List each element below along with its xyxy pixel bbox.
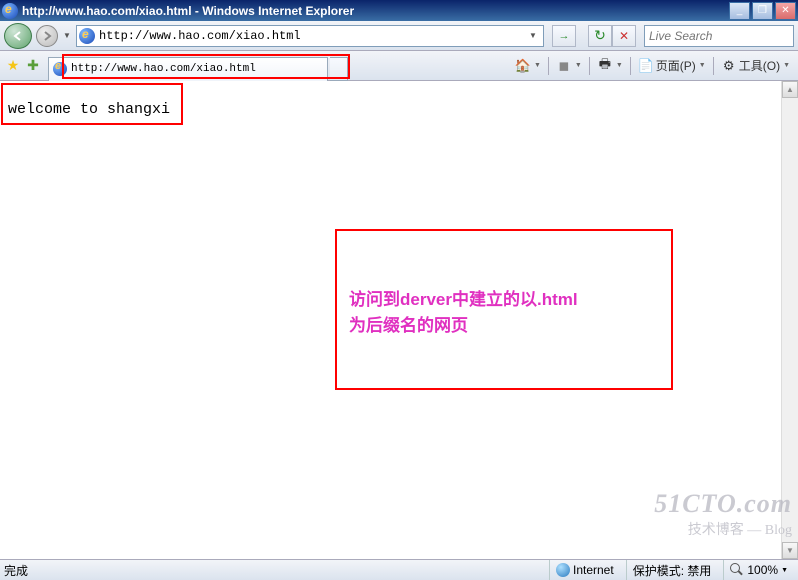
status-protected-label: 保护模式: 禁用 [633, 562, 712, 579]
annotation-box-main: 访问到derver中建立的以.html 为后缀名的网页 [335, 229, 673, 390]
status-protected-mode: 保护模式: 禁用 [626, 560, 718, 580]
favorites-star-icon[interactable]: ★ [4, 57, 22, 75]
tools-menu-label: 工具(O) [739, 57, 780, 74]
tab-title: http://www.hao.com/xiao.html [71, 63, 256, 75]
close-button[interactable]: ✕ [775, 2, 796, 20]
home-button[interactable]: 🏠▼ [511, 55, 545, 77]
back-button[interactable] [4, 23, 32, 49]
globe-icon [556, 563, 570, 577]
go-button[interactable]: → [552, 25, 576, 47]
home-icon: 🏠 [515, 58, 531, 74]
url-input[interactable] [99, 29, 525, 43]
watermark-big: 51CTO.com [654, 489, 792, 519]
nav-history-dropdown[interactable]: ▼ [62, 31, 72, 40]
status-bar: 完成 Internet 保护模式: 禁用 100% ▼ [0, 559, 798, 580]
watermark-small: 技术博客 — Blog [654, 519, 792, 539]
print-button[interactable]: 🖶▼ [593, 55, 627, 77]
feeds-button[interactable]: ◼▼ [552, 55, 586, 77]
page-body-text: welcome to shangxi [0, 81, 798, 138]
print-icon: 🖶 [597, 58, 613, 74]
page-menu[interactable]: 📄页面(P) ▼ [634, 55, 710, 77]
page-favicon-icon [79, 28, 95, 44]
tab-favicon-icon [53, 62, 67, 76]
status-zone-label: Internet [573, 563, 614, 577]
refresh-button[interactable] [588, 25, 612, 47]
ie-icon [2, 3, 18, 19]
annotation-line2: 为后缀名的网页 [349, 313, 659, 339]
minimize-button[interactable]: _ [729, 2, 750, 20]
forward-button[interactable] [36, 25, 58, 47]
annotation-line1: 访问到derver中建立的以.html [349, 287, 659, 313]
zoom-value: 100% [747, 563, 778, 577]
search-box[interactable] [644, 25, 794, 47]
page-content: welcome to shangxi 访问到derver中建立的以.html 为… [0, 81, 798, 559]
scroll-down-button[interactable]: ▼ [782, 542, 798, 559]
vertical-scrollbar[interactable]: ▲ ▼ [781, 81, 798, 559]
nav-toolbar: ▼ ▼ → [0, 21, 798, 51]
window-titlebar: http://www.hao.com/xiao.html - Windows I… [0, 0, 798, 21]
tab-toolbar: ★ ✚ http://www.hao.com/xiao.html 🏠▼ ◼▼ 🖶… [0, 51, 798, 81]
window-title: http://www.hao.com/xiao.html - Windows I… [22, 4, 729, 18]
address-bar[interactable]: ▼ [76, 25, 544, 47]
new-tab-button[interactable] [330, 57, 348, 81]
gear-icon: ⚙ [721, 58, 737, 74]
stop-button[interactable] [612, 25, 636, 47]
rss-icon: ◼ [556, 58, 572, 74]
status-zone[interactable]: Internet [549, 560, 620, 580]
tab-current[interactable]: http://www.hao.com/xiao.html [48, 57, 328, 81]
page-icon: 📄 [638, 58, 654, 74]
zoom-icon [730, 563, 744, 577]
maximize-button[interactable]: ❐ [752, 2, 773, 20]
status-done: 完成 [4, 562, 28, 579]
zoom-control[interactable]: 100% ▼ [723, 560, 794, 580]
tools-menu[interactable]: ⚙工具(O) ▼ [717, 55, 794, 77]
url-dropdown[interactable]: ▼ [525, 31, 541, 40]
add-favorite-icon[interactable]: ✚ [24, 57, 42, 75]
page-menu-label: 页面(P) [656, 57, 696, 74]
search-input[interactable] [649, 29, 798, 43]
watermark: 51CTO.com 技术博客 — Blog [654, 489, 792, 539]
scroll-up-button[interactable]: ▲ [782, 81, 798, 98]
